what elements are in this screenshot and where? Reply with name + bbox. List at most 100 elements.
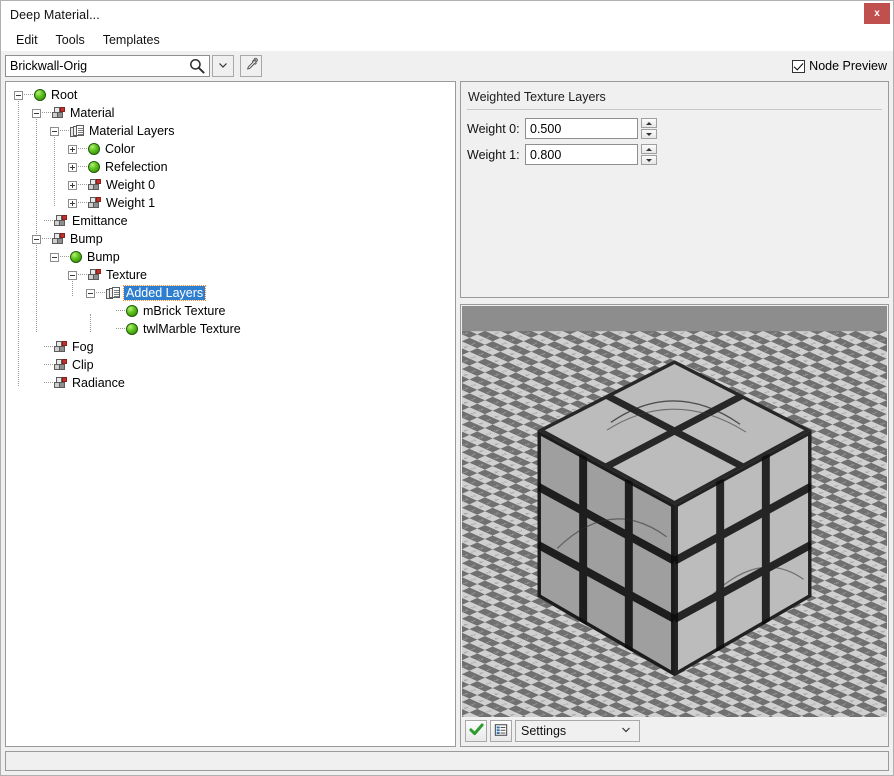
node-material-icon: [88, 179, 101, 191]
node-tree: Root Material Material Layers Color Refelect…: [6, 82, 455, 392]
menu-tools[interactable]: Tools: [47, 31, 94, 49]
tree-connector: [24, 94, 33, 96]
close-window-button[interactable]: x: [864, 3, 890, 24]
chevron-down-icon: [620, 724, 632, 739]
weight-1-row: Weight 1:: [467, 144, 882, 165]
tree-node-clip[interactable]: Clip: [6, 356, 455, 374]
tree-expand-icon[interactable]: [68, 144, 77, 154]
preview-settings-list-button[interactable]: [490, 720, 512, 742]
weight-1-increment-button[interactable]: [641, 144, 657, 154]
material-search-field[interactable]: [5, 55, 210, 77]
tree-collapse-icon[interactable]: [50, 126, 59, 136]
weight-0-spin-buttons: [641, 118, 657, 139]
node-sphere-icon: [126, 323, 138, 335]
node-sphere-icon: [126, 305, 138, 317]
menu-bar: Edit Tools Templates: [1, 29, 893, 51]
weight-1-decrement-button[interactable]: [641, 155, 657, 165]
weight-1-spinner[interactable]: [525, 144, 657, 165]
menu-edit[interactable]: Edit: [7, 31, 47, 49]
tree-node-bump[interactable]: Bump: [6, 230, 455, 248]
green-check-icon: [468, 722, 484, 740]
weight-0-decrement-button[interactable]: [641, 129, 657, 139]
eyedropper-icon: [244, 57, 259, 75]
tree-connector: [42, 238, 51, 240]
tree-expand-icon[interactable]: [68, 162, 77, 172]
tree-expand-icon[interactable]: [68, 180, 77, 190]
tree-collapse-icon[interactable]: [14, 90, 23, 100]
tree-node-material-layers[interactable]: Material Layers: [6, 122, 455, 140]
weight-0-increment-button[interactable]: [641, 118, 657, 128]
node-material-icon: [88, 197, 101, 209]
tree-node-root[interactable]: Root: [6, 86, 455, 104]
tree-collapse-icon[interactable]: [50, 252, 59, 262]
node-material-icon: [54, 377, 67, 389]
node-sphere-icon: [34, 89, 46, 101]
tree-collapse-icon[interactable]: [32, 108, 41, 118]
weight-0-label: Weight 0:: [467, 121, 520, 136]
tree-node-emittance[interactable]: Emittance: [6, 212, 455, 230]
tree-connector: [60, 130, 69, 132]
weight-0-spinner[interactable]: [525, 118, 657, 139]
settings-dropdown-label: Settings: [521, 724, 567, 738]
search-history-dropdown-button[interactable]: [212, 55, 234, 77]
tree-node-label: Weight 1: [106, 196, 156, 210]
tree-node-weight-1[interactable]: Weight 1: [6, 194, 455, 212]
node-material-icon: [88, 269, 101, 281]
render-viewport[interactable]: 2 4 1 3: [462, 306, 887, 717]
chevron-down-icon: [217, 59, 229, 74]
node-layers-icon: [70, 125, 84, 137]
node-preview-label: Node Preview: [809, 59, 887, 73]
tree-node-label: Added Layers: [122, 285, 207, 301]
node-material-icon: [54, 359, 67, 371]
tree-node-label: mBrick Texture: [143, 304, 226, 318]
status-bar: [5, 751, 889, 771]
tree-connector: [78, 148, 87, 150]
arrow-down-icon: [646, 158, 652, 162]
tree-node-texture[interactable]: Texture: [6, 266, 455, 284]
tree-node-weight-0[interactable]: Weight 0: [6, 176, 455, 194]
tree-node-mbrick-texture[interactable]: mBrick Texture: [6, 302, 455, 320]
main-area: Root Material Material Layers Color Refelect…: [1, 81, 893, 747]
node-preview-checkbox[interactable]: [792, 59, 806, 73]
tree-node-twlmarble-texture[interactable]: twlMarble Texture: [6, 320, 455, 338]
node-preview-toggle[interactable]: Node Preview: [792, 59, 887, 73]
search-input[interactable]: [6, 56, 209, 76]
tree-node-label: Radiance: [72, 376, 125, 390]
node-material-icon: [52, 233, 65, 245]
weight-1-input[interactable]: [525, 144, 638, 165]
tree-node-bump[interactable]: Bump: [6, 248, 455, 266]
node-sphere-icon: [70, 251, 82, 263]
right-panel: Weighted Texture Layers Weight 0: Weight…: [460, 81, 889, 747]
tree-expand-icon[interactable]: [68, 198, 77, 208]
apply-button[interactable]: [465, 720, 487, 742]
preview-toolbar: Settings: [462, 717, 887, 745]
tree-connector: [96, 292, 105, 294]
tree-node-added-layers[interactable]: Added Layers: [6, 284, 455, 302]
properties-panel: Weighted Texture Layers Weight 0: Weight…: [460, 81, 889, 298]
deep-material-window: Deep Material... x Edit Tools Templates: [0, 0, 894, 776]
menu-templates[interactable]: Templates: [94, 31, 169, 49]
tree-node-label: Bump: [87, 250, 120, 264]
node-material-icon: [54, 215, 67, 227]
weight-0-input[interactable]: [525, 118, 638, 139]
tree-node-label: Refelection: [105, 160, 168, 174]
tree-node-label: Bump: [70, 232, 103, 246]
tree-node-radiance[interactable]: Radiance: [6, 374, 455, 392]
arrow-up-icon: [646, 147, 652, 151]
node-tree-panel[interactable]: Root Material Material Layers Color Refelect…: [5, 81, 456, 747]
eyedropper-button[interactable]: [240, 55, 262, 77]
tree-node-color[interactable]: Color: [6, 140, 455, 158]
tree-collapse-icon[interactable]: [68, 270, 77, 280]
tree-node-fog[interactable]: Fog: [6, 338, 455, 356]
tree-collapse-icon[interactable]: [32, 234, 41, 244]
settings-dropdown[interactable]: Settings: [515, 720, 640, 742]
tree-node-label: Material: [70, 106, 115, 120]
tree-node-material[interactable]: Material: [6, 104, 455, 122]
tree-connector: [44, 346, 53, 348]
tree-node-label: Clip: [72, 358, 94, 372]
tree-node-refelection[interactable]: Refelection: [6, 158, 455, 176]
node-sphere-icon: [88, 143, 100, 155]
tree-collapse-icon[interactable]: [86, 288, 95, 298]
node-material-icon: [52, 107, 65, 119]
tree-connector: [78, 202, 87, 204]
